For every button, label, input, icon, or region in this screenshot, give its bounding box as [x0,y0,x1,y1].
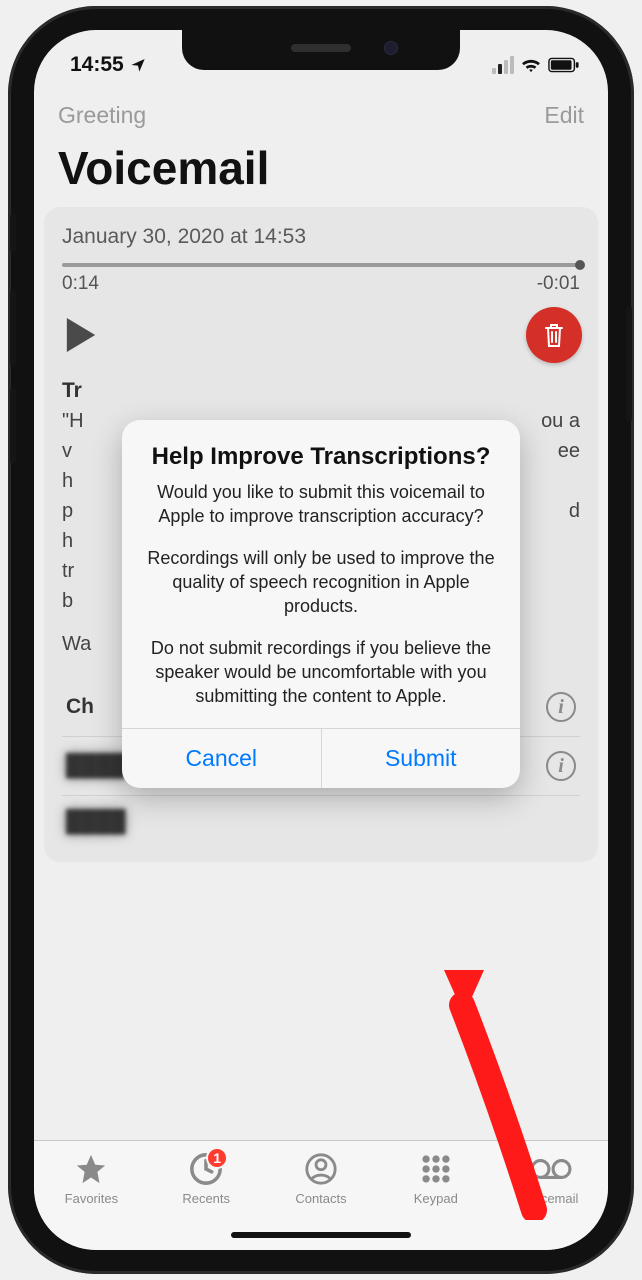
notch [182,30,460,70]
submit-button[interactable]: Submit [321,729,521,788]
dialog-title: Help Improve Transcriptions? [142,442,500,472]
home-indicator[interactable] [231,1232,411,1238]
status-time: 14:55 [70,53,124,77]
phone-side-button [626,306,632,422]
dialog-text: Would you like to submit this voicemail … [142,480,500,528]
dialog-text: Do not submit recordings if you believe … [142,636,500,708]
cell-signal-icon [492,56,514,74]
battery-icon [548,57,580,73]
screen: 14:55 Greeting Edit Voicem [34,30,608,1250]
wifi-icon [520,57,542,73]
location-icon [130,57,146,73]
phone-side-button [10,214,16,252]
transcription-dialog: Help Improve Transcriptions? Would you l… [122,420,520,788]
phone-frame: 14:55 Greeting Edit Voicem [8,6,634,1274]
cancel-button[interactable]: Cancel [122,729,321,788]
phone-side-button [10,388,16,464]
dialog-text: Recordings will only be used to improve … [142,546,500,618]
phone-side-button [10,290,16,366]
